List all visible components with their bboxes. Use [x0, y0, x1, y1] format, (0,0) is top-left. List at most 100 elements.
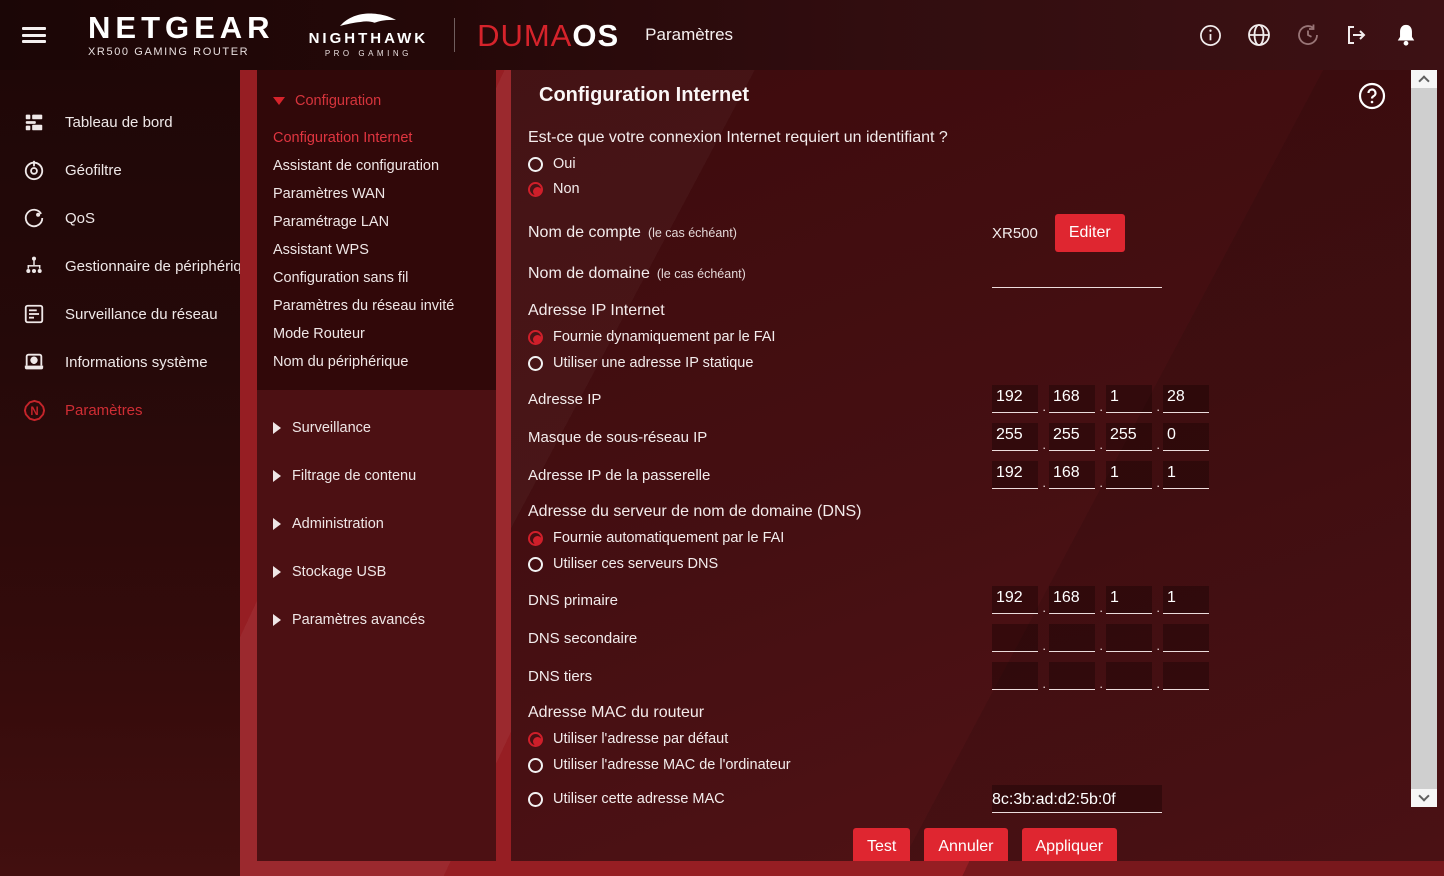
- nav-group-label: Filtrage de contenu: [292, 468, 417, 484]
- octet-input[interactable]: [1163, 662, 1209, 690]
- octet-input[interactable]: 1: [1106, 586, 1160, 615]
- nav-item-configuration-internet[interactable]: Configuration Internet: [257, 124, 496, 152]
- radio-label: Fournie dynamiquement par le FAI: [553, 329, 776, 345]
- nav-item-configuration-sans-fil[interactable]: Configuration sans fil: [257, 264, 496, 292]
- radio-icon: [528, 556, 543, 572]
- sidebar-item-system-info[interactable]: i Informations système: [0, 338, 240, 386]
- ip-address-row: Adresse IP 192 168 1 28: [528, 380, 1404, 418]
- nav-group-surveillance[interactable]: Surveillance: [257, 404, 496, 452]
- octet-input[interactable]: 168: [1049, 385, 1103, 414]
- chevron-right-icon: [273, 518, 281, 530]
- nav-item-parametres-wan[interactable]: Paramètres WAN: [257, 180, 496, 208]
- nav-item-assistant-configuration[interactable]: Assistant de configuration: [257, 152, 496, 180]
- domain-row: Nom de domaine (le cas échéant): [528, 255, 1404, 293]
- sidebar-item-device-manager[interactable]: Gestionnaire de périphérique: [0, 242, 240, 290]
- mac-address-input[interactable]: 8c:3b:ad:d2:5b:0f: [992, 785, 1162, 813]
- dns-section-title: Adresse du serveur de nom de domaine (DN…: [528, 503, 862, 520]
- octet-input[interactable]: 255: [1106, 423, 1160, 452]
- radio-ip-dynamic[interactable]: Fournie dynamiquement par le FAI: [528, 326, 1404, 348]
- radio-mac-computer[interactable]: Utiliser l'adresse MAC de l'ordinateur: [528, 754, 1404, 776]
- nav-group-filtrage[interactable]: Filtrage de contenu: [257, 452, 496, 500]
- octet-input[interactable]: 1: [1106, 461, 1160, 490]
- domain-input[interactable]: [992, 260, 1162, 288]
- radio-label: Utiliser ces serveurs DNS: [553, 556, 719, 572]
- octet-group: 192 168 1 28: [992, 380, 1220, 418]
- nav-item-assistant-wps[interactable]: Assistant WPS: [257, 236, 496, 264]
- chevron-right-icon: [273, 566, 281, 578]
- netgear-logo: NETGEAR XR500 GAMING ROUTER: [88, 12, 275, 58]
- radio-option-non[interactable]: Non: [528, 178, 1404, 200]
- octet-input[interactable]: [992, 662, 1046, 691]
- sidebar-item-dashboard[interactable]: Tableau de bord: [0, 98, 240, 146]
- octet-input[interactable]: 192: [992, 461, 1046, 490]
- sidebar-item-geofilter[interactable]: Géofiltre: [0, 146, 240, 194]
- octet-input[interactable]: 168: [1049, 586, 1103, 615]
- dumaos-logo: DUMA OS: [477, 20, 619, 51]
- octet-input[interactable]: 0: [1163, 423, 1209, 451]
- radio-icon-selected: [528, 181, 543, 197]
- nav-group-stockage-usb[interactable]: Stockage USB: [257, 548, 496, 596]
- octet-input[interactable]: [1106, 662, 1160, 691]
- nav-item-nom-peripherique[interactable]: Nom du périphérique: [257, 348, 496, 376]
- chevron-up-icon: [1418, 75, 1430, 87]
- octet-group: 192 168 1 1: [992, 456, 1220, 494]
- scroll-down-button[interactable]: [1411, 789, 1437, 807]
- nav-group-label: Paramètres avancés: [292, 612, 425, 628]
- octet-input[interactable]: [1163, 624, 1209, 652]
- octet-input[interactable]: 192: [992, 586, 1046, 615]
- help-icon[interactable]: [1358, 82, 1386, 110]
- refresh-icon[interactable]: [1296, 23, 1320, 47]
- nav-item-reseau-invite[interactable]: Paramètres du réseau invité: [257, 292, 496, 320]
- test-button[interactable]: Test: [853, 828, 911, 861]
- field-label: Adresse IP de la passerelle: [528, 466, 711, 484]
- nav-group-parametres-avances[interactable]: Paramètres avancés: [257, 596, 496, 644]
- nav-group-label: Surveillance: [292, 420, 371, 436]
- sidebar-item-network-monitor[interactable]: Surveillance du réseau: [0, 290, 240, 338]
- bell-icon[interactable]: [1394, 23, 1418, 47]
- octet-input[interactable]: [992, 624, 1046, 653]
- nav-group-label: Administration: [292, 516, 384, 532]
- info-icon[interactable]: [1198, 23, 1222, 47]
- octet-input[interactable]: 1: [1163, 586, 1209, 614]
- octet-input[interactable]: [1106, 624, 1160, 653]
- login-question: Est-ce que votre connexion Internet requ…: [528, 129, 948, 146]
- sidebar-item-settings[interactable]: N Paramètres: [0, 386, 240, 434]
- nav-item-mode-routeur[interactable]: Mode Routeur: [257, 320, 496, 348]
- radio-dns-custom[interactable]: Utiliser ces serveurs DNS: [528, 553, 1404, 575]
- octet-input[interactable]: 192: [992, 385, 1046, 414]
- nav-item-parametrage-lan[interactable]: Paramétrage LAN: [257, 208, 496, 236]
- octet-input[interactable]: 255: [1049, 423, 1103, 452]
- logout-icon[interactable]: [1345, 23, 1369, 47]
- octet-group: 255 255 255 0: [992, 418, 1220, 456]
- edit-button[interactable]: Editer: [1054, 214, 1125, 252]
- octet-input[interactable]: [1049, 662, 1103, 691]
- radio-mac-default[interactable]: Utiliser l'adresse par défaut: [528, 728, 1404, 750]
- globe-icon[interactable]: [1247, 23, 1271, 47]
- octet-input[interactable]: 1: [1163, 461, 1209, 489]
- chevron-down-icon: [1418, 790, 1430, 802]
- main-sidebar: Tableau de bord Géofiltre QoS Gestionnai…: [0, 70, 240, 876]
- radio-mac-custom-row[interactable]: Utiliser cette adresse MAC 8c:3b:ad:d2:5…: [528, 780, 1404, 818]
- octet-input[interactable]: 255: [992, 423, 1046, 452]
- scroll-up-button[interactable]: [1411, 70, 1437, 88]
- octet-group: [992, 619, 1220, 657]
- nav-group-administration[interactable]: Administration: [257, 500, 496, 548]
- action-buttons: Test Annuler Appliquer: [853, 828, 1404, 861]
- hamburger-icon[interactable]: [22, 27, 46, 43]
- nav-group-header-configuration[interactable]: Configuration: [257, 86, 496, 116]
- radio-dns-auto[interactable]: Fournie automatiquement par le FAI: [528, 527, 1404, 549]
- domain-value-col: [992, 255, 1162, 293]
- header-actions: [1198, 23, 1418, 47]
- scrollbar-thumb[interactable]: [1411, 88, 1437, 789]
- apply-button[interactable]: Appliquer: [1021, 828, 1118, 861]
- cancel-button[interactable]: Annuler: [924, 828, 1008, 861]
- octet-input[interactable]: 168: [1049, 461, 1103, 490]
- sidebar-item-qos[interactable]: QoS: [0, 194, 240, 242]
- vertical-scrollbar[interactable]: [1411, 70, 1437, 807]
- octet-input[interactable]: 1: [1106, 385, 1160, 414]
- radio-ip-static[interactable]: Utiliser une adresse IP statique: [528, 352, 1404, 374]
- settings-nav: Configuration Configuration Internet Ass…: [257, 70, 496, 861]
- radio-option-oui[interactable]: Oui: [528, 153, 1404, 175]
- octet-input[interactable]: [1049, 624, 1103, 653]
- octet-input[interactable]: 28: [1163, 385, 1209, 413]
